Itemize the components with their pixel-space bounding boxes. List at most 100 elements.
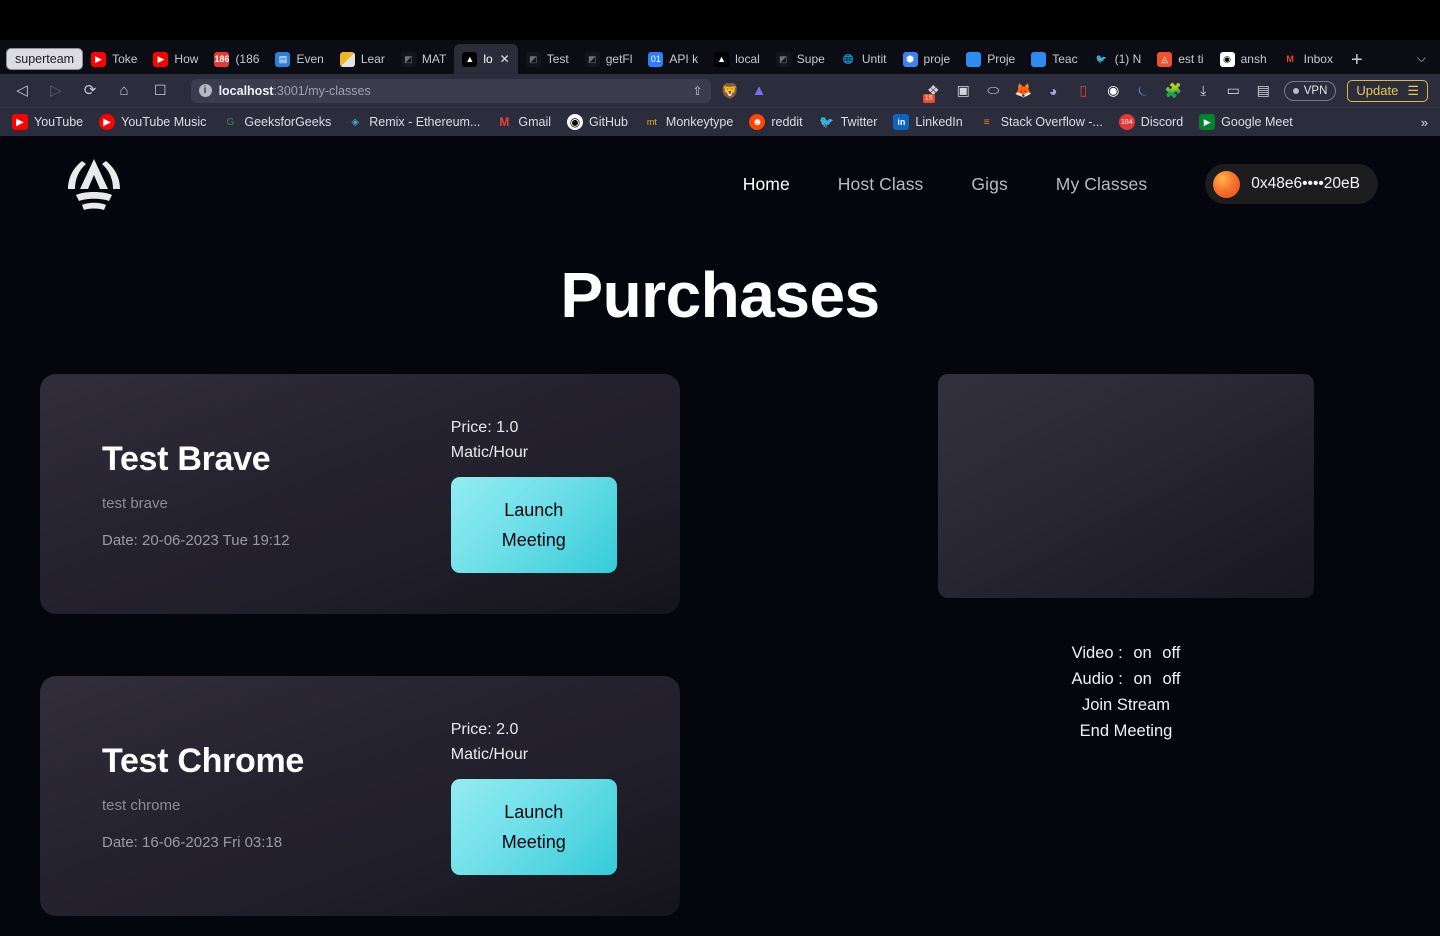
site-info-icon[interactable]: i [198,84,212,97]
tab-project-notion[interactable]: Proje [958,44,1023,74]
bookmark-geeksforgeeks[interactable]: G GeeksforGeeks [222,114,331,130]
extension-grid-icon[interactable]: ❖ 15 [922,81,943,103]
picture-in-picture-icon[interactable]: ▣ [954,81,973,100]
keplr-wallet-icon[interactable]: ⬭ [984,81,1003,100]
tab-getfl[interactable]: ◩ getFl [577,44,641,74]
tab-group-superteam[interactable]: superteam [6,48,84,70]
join-stream-button[interactable]: Join Stream [1072,692,1181,718]
dark-square-icon: ◩ [584,51,600,67]
tab-mat[interactable]: ◩ MAT [393,44,454,74]
back-button[interactable]: ◁ [10,83,34,98]
nav-link-gigs[interactable]: Gigs [947,174,1031,195]
wallet-button[interactable]: 0x48e6••••20eB [1205,164,1378,204]
audio-on-button[interactable]: on [1133,670,1151,688]
audio-off-button[interactable]: off [1162,670,1180,688]
github-icon: ◉ [567,114,584,130]
tab-discord[interactable]: 186 (186 [206,44,267,74]
home-button[interactable]: ⌂ [112,83,136,98]
tab-toke[interactable]: ▶ Toke [83,44,145,74]
bookmark-label: Remix - Ethereum... [369,115,481,129]
bookmark-icon[interactable]: ☐ [154,82,167,99]
brave-rewards-icon[interactable]: ⏾ [1134,81,1153,100]
video-off-button[interactable]: off [1162,644,1180,662]
bookmark-twitter[interactable]: 🐦 Twitter [819,114,877,130]
extensions-puzzle-icon[interactable]: 🧩 [1164,81,1183,100]
solflare-icon[interactable]: ◉ [1104,81,1123,100]
share-icon[interactable]: ⇧ [693,84,703,98]
tab-label: Lear [360,52,385,66]
tab-even[interactable]: ▤ Even [267,44,331,74]
vpn-button[interactable]: VPN [1283,80,1337,101]
tab-proje[interactable]: ⬢ proje [895,44,959,74]
nav-link-my-classes[interactable]: My Classes [1032,174,1171,195]
video-preview[interactable] [938,374,1314,598]
bookmark-google-meet[interactable]: ▶ Google Meet [1199,114,1293,130]
tab-strip: superteam ▶ Toke ▶ How 186 (186 ▤ Even L… [0,40,1440,74]
tab-brave[interactable]: ◬ est ti [1149,44,1211,74]
brave-icon: ◬ [1157,51,1173,67]
launch-meeting-button[interactable]: Launch Meeting [450,477,617,573]
downloads-icon[interactable]: ⤓ [1194,81,1213,100]
monkeytype-icon: mt [646,117,657,127]
tab-test[interactable]: ◩ Test [518,44,577,74]
nav-link-home[interactable]: Home [719,174,814,195]
triangle-icon[interactable]: ▲ [750,81,769,100]
video-on-button[interactable]: on [1133,644,1151,662]
purchase-card[interactable]: Test Brave test brave Date: 20-06-2023 T… [40,374,680,614]
tab-untitled[interactable]: 🌐 Untit [833,44,895,74]
sidebar-icon[interactable]: ▭ [1224,81,1243,100]
reload-button[interactable]: ⟳ [78,83,102,98]
url-host: localhost [218,83,274,98]
chevron-down-icon[interactable]: ⌵ [1417,51,1426,66]
tab-inbox-gmail[interactable]: M Inbox [1275,44,1341,74]
tab-learn[interactable]: Lear [332,44,393,74]
tab-supe[interactable]: ◩ Supe [768,44,833,74]
close-icon[interactable]: ✕ [500,52,510,66]
tab-api-key[interactable]: 01 API k [640,44,706,74]
new-tab-button[interactable]: + [1351,50,1363,70]
bookmarks-overflow-icon[interactable]: » [1421,115,1428,130]
wallet-icon[interactable]: ▤ [1254,81,1273,100]
youtube-icon: ▶ [12,114,28,130]
page-content: Home Host Class Gigs My Classes 0x48e6••… [0,136,1440,936]
bookmark-discord[interactable]: 184 Discord [1118,114,1184,130]
bookmark-label: GitHub [589,115,628,129]
backpack-wallet-icon[interactable]: ▯ [1074,81,1093,100]
bookmark-monkeytype[interactable]: mt Monkeytype [644,114,733,130]
purchases-list: Test Brave test brave Date: 20-06-2023 T… [40,374,680,936]
bookmark-github[interactable]: ◉ GitHub [567,114,628,130]
bookmark-linkedin[interactable]: in LinkedIn [893,114,963,130]
bookmark-youtube-music[interactable]: ▶ YouTube Music [99,114,206,130]
bookmark-youtube[interactable]: ▶ YouTube [12,114,83,130]
youtube-icon: ▶ [153,51,169,67]
bookmark-gmail[interactable]: M Gmail [496,114,551,130]
address-bar[interactable]: i localhost:3001/my-classes ⇧ [190,78,711,103]
bookmark-label: Discord [1140,115,1184,129]
url-text: localhost:3001/my-classes [219,84,371,98]
brave-shields-icon[interactable]: 🦁 [721,81,740,100]
bookmark-label: LinkedIn [915,115,963,129]
forward-button[interactable]: ▷ [44,83,68,98]
nav-link-host-class[interactable]: Host Class [814,174,948,195]
bookmark-remix[interactable]: ◈ Remix - Ethereum... [347,114,480,130]
tab-local[interactable]: ▲ local [706,44,768,74]
tab-teach-notion[interactable]: Teac [1023,44,1085,74]
geeksforgeeks-icon: G [226,116,235,128]
bookmark-stackoverflow[interactable]: ≡ Stack Overflow -... [979,114,1103,130]
metamask-icon[interactable]: 🦊 [1014,81,1033,100]
purchase-card[interactable]: Test Chrome test chrome Date: 16-06-2023… [40,676,680,916]
tab-twitter[interactable]: 🐦 (1) N [1086,44,1150,74]
dark-square-icon: ◩ [525,51,541,67]
hamburger-menu-icon[interactable]: ☰ [1407,83,1419,99]
phantom-wallet-icon[interactable]: ◕ [1044,81,1063,100]
vpn-label: VPN [1303,84,1328,97]
bookmark-label: Google Meet [1221,115,1293,129]
bookmark-reddit[interactable]: ☻ reddit [749,114,803,130]
update-button[interactable]: Update ☰ [1347,79,1428,102]
end-meeting-button[interactable]: End Meeting [1072,718,1181,744]
tab-github[interactable]: ◉ ansh [1212,44,1275,74]
app-logo[interactable] [62,155,126,213]
tab-how[interactable]: ▶ How [145,44,206,74]
launch-meeting-button[interactable]: Launch Meeting [450,779,617,875]
tab-localhost-active[interactable]: ▲ lo ✕ [454,44,518,74]
